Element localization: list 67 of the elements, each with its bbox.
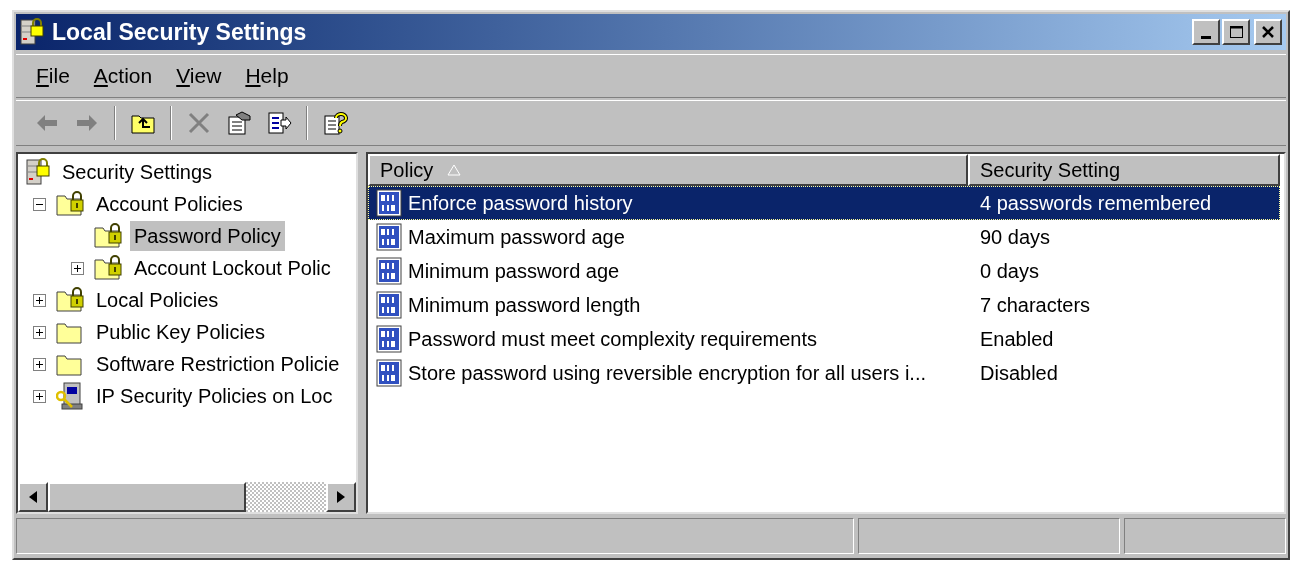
maximize-icon — [1229, 26, 1243, 38]
table-cell-text: Password must meet complexity requirements — [408, 327, 818, 352]
expand-box-icon[interactable] — [33, 357, 46, 371]
tree-item[interactable]: Public Key Policies — [92, 317, 269, 347]
collapse-box-icon[interactable] — [33, 197, 46, 211]
policy-icon — [376, 257, 404, 285]
locked-folder-icon — [56, 191, 86, 217]
left-triangle-icon — [29, 491, 37, 503]
close-icon — [1262, 26, 1274, 38]
server-lock-icon — [20, 18, 46, 46]
table-row[interactable]: Enforce password history 4 passwords remembered — [368, 186, 1280, 220]
policy-icon — [376, 291, 404, 319]
table-cell-text: Minimum password length — [408, 293, 641, 318]
minimize-button[interactable] — [1192, 19, 1220, 45]
expand-box-icon[interactable] — [71, 261, 84, 275]
table-row[interactable]: Store password using reversible encryption for all users i... Disabled — [368, 356, 1280, 390]
expand-box-icon[interactable] — [33, 325, 46, 339]
list-export-icon — [266, 110, 292, 136]
expand-box-icon[interactable] — [33, 293, 46, 307]
help-page-icon — [322, 110, 348, 136]
properties-icon — [226, 110, 252, 136]
locked-folder-icon — [94, 223, 124, 249]
scroll-left-button[interactable] — [18, 482, 48, 512]
table-cell-text: Enforce password history — [408, 191, 633, 216]
table-cell-text: 7 characters — [979, 293, 1091, 318]
table-cell-text: Minimum password age — [408, 259, 620, 284]
table-cell-text: Maximum password age — [408, 225, 625, 250]
server-lock-icon — [26, 158, 52, 186]
column-header[interactable]: Policy — [368, 154, 968, 186]
menu-item[interactable]: View — [166, 60, 232, 92]
column-header[interactable]: Security Setting — [968, 154, 1280, 186]
tree-item[interactable]: Account Policies — [92, 189, 247, 219]
maximize-button[interactable] — [1222, 19, 1250, 45]
table-cell-text: 0 days — [979, 259, 1039, 284]
scroll-right-button[interactable] — [326, 482, 356, 512]
scrollbar-thumb[interactable] — [48, 482, 246, 512]
menu-item[interactable]: Help — [235, 60, 299, 92]
table-row[interactable]: Minimum password length 7 characters — [368, 288, 1280, 322]
tree-item[interactable]: Password Policy — [130, 221, 285, 251]
table-row[interactable]: Minimum password age 0 days — [368, 254, 1280, 288]
table-cell-text: Disabled — [979, 361, 1058, 386]
locked-folder-icon — [56, 287, 86, 313]
policy-icon — [376, 359, 404, 387]
locked-folder-icon — [94, 255, 124, 281]
tree-item[interactable]: Software Restriction Policie — [92, 349, 344, 379]
tree-item[interactable]: Account Lockout Polic — [130, 253, 335, 283]
minimize-icon — [1201, 35, 1211, 39]
menu-item[interactable]: File — [26, 60, 80, 92]
policy-icon — [376, 223, 404, 251]
window-title: Local Security Settings — [52, 20, 307, 44]
policy-icon — [376, 325, 404, 353]
table-cell-text: Enabled — [979, 327, 1054, 352]
menu-item[interactable]: Action — [83, 60, 163, 92]
tree-item[interactable]: Security Settings — [58, 157, 217, 187]
table-cell-text: Store password using reversible encryption for all users i... — [408, 361, 926, 386]
policy-icon — [376, 189, 404, 217]
right-triangle-icon — [337, 491, 345, 503]
table-row[interactable]: Maximum password age 90 days — [368, 220, 1280, 254]
expand-box-icon[interactable] — [33, 389, 46, 403]
computer-key-icon — [56, 382, 86, 410]
table-row[interactable]: Password must meet complexity requirements Enabled — [368, 322, 1280, 356]
close-button[interactable] — [1254, 19, 1282, 45]
tree-item[interactable]: Local Policies — [92, 285, 223, 315]
table-cell-text: 90 days — [979, 225, 1051, 250]
table-cell-text: 4 passwords remembered — [979, 191, 1212, 216]
tree-item[interactable]: IP Security Policies on Loc — [92, 381, 337, 411]
delete-x-icon — [186, 110, 212, 136]
